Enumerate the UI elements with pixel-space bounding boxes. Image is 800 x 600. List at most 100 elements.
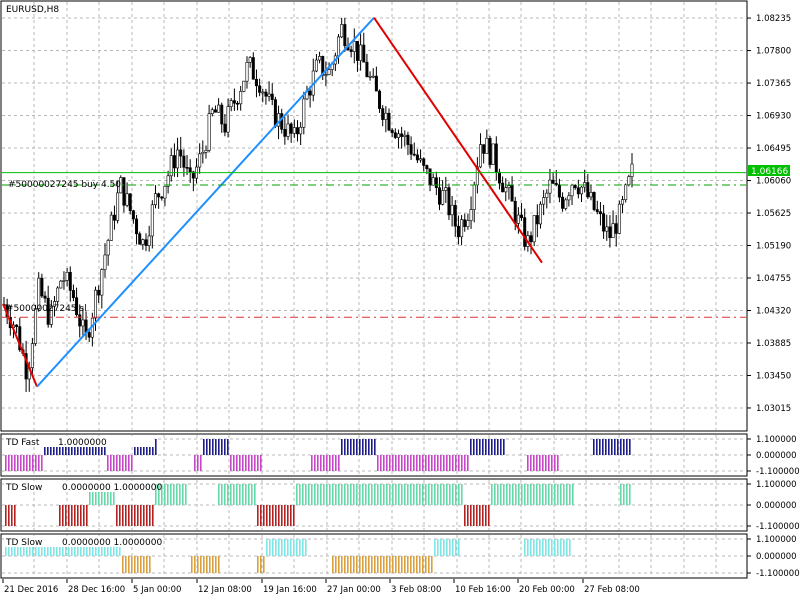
candle-body — [595, 209, 599, 212]
candle-body — [239, 91, 243, 105]
histogram-bar-down — [317, 455, 319, 471]
candle-body — [381, 108, 385, 120]
histogram-bar-down — [383, 556, 385, 573]
histogram-bar-down — [245, 455, 247, 471]
histogram-bar-up — [473, 439, 475, 455]
histogram-bar-down — [530, 455, 532, 471]
histogram-bar-down — [194, 455, 196, 471]
histogram-bar-down — [392, 556, 394, 573]
histogram-bar-up — [623, 484, 625, 505]
histogram-bar-up — [422, 484, 424, 505]
candle-body — [248, 57, 252, 63]
histogram-bar-down — [11, 455, 13, 471]
histogram-bar-down — [197, 455, 199, 471]
candle-body — [520, 214, 524, 218]
histogram-bar-down — [425, 556, 427, 573]
candle-body — [103, 254, 107, 270]
candle-body — [516, 214, 520, 224]
candle-body — [100, 269, 104, 296]
histogram-bar-up — [380, 484, 382, 505]
histogram-bar-down — [434, 455, 436, 471]
histogram-bar-up — [284, 539, 286, 556]
histogram-bar-down — [194, 556, 196, 573]
histogram-bar-down — [200, 556, 202, 573]
histogram-bar-down — [107, 455, 109, 471]
candle-body — [286, 123, 290, 137]
candle-body — [295, 127, 299, 135]
histogram-bar-up — [443, 539, 445, 556]
histogram-bar-up — [344, 484, 346, 505]
candle-body — [586, 182, 590, 198]
candle-body — [258, 85, 262, 93]
histogram-bar-up — [437, 484, 439, 505]
histogram-bar-up — [617, 439, 619, 455]
chart-window[interactable]: 1.08235 1.07800 1.07365 1.06930 1.06495 1.060… — [0, 0, 800, 600]
histogram-bar-up — [515, 484, 517, 505]
candle-body — [504, 187, 508, 193]
indicator-values: 1.0000000 — [58, 438, 107, 448]
histogram-bar-down — [275, 505, 277, 526]
histogram-bar-up — [377, 484, 379, 505]
histogram-bar-up — [353, 439, 355, 455]
candle-body — [172, 155, 176, 169]
time-tick-label: 3 Feb 08:00 — [391, 585, 441, 595]
histogram-bar-down — [437, 455, 439, 471]
histogram-bar-up — [164, 484, 166, 505]
histogram-bar-down — [239, 455, 241, 471]
histogram-bar-up — [290, 539, 292, 556]
histogram-bar-down — [533, 455, 535, 471]
histogram-bar-down — [128, 505, 130, 526]
histogram-bar-down — [380, 455, 382, 471]
histogram-bar-down — [122, 505, 124, 526]
candle-body — [437, 187, 441, 205]
histogram-bar-down — [218, 556, 220, 573]
histogram-bar-up — [329, 484, 331, 505]
histogram-bar-down — [14, 455, 16, 471]
histogram-bar-up — [536, 484, 538, 505]
histogram-bar-down — [356, 556, 358, 573]
histogram-bar-up — [335, 484, 337, 505]
indicator-tick-label: 0.000000 — [756, 501, 797, 511]
histogram-bar-up — [323, 484, 325, 505]
candle-body — [396, 133, 400, 138]
candle-body — [617, 203, 621, 234]
indicator-tick-label: 0.000000 — [756, 451, 797, 461]
histogram-bar-down — [386, 556, 388, 573]
histogram-bar-down — [341, 556, 343, 573]
histogram-bar-up — [509, 484, 511, 505]
histogram-bar-down — [266, 505, 268, 526]
histogram-bar-down — [80, 505, 82, 526]
candle-body — [210, 109, 214, 114]
histogram-bar-up — [179, 484, 181, 505]
time-tick-label: 27 Jan 00:00 — [327, 585, 381, 595]
candle-body — [78, 314, 82, 327]
candle-body — [510, 185, 514, 202]
histogram-bar-down — [122, 455, 124, 471]
histogram-bar-down — [20, 455, 22, 471]
candle-body — [570, 184, 574, 197]
candle-body — [592, 192, 596, 210]
histogram-bar-up — [461, 484, 463, 505]
indicator-title: TD Slow — [5, 483, 42, 493]
histogram-bar-up — [311, 484, 313, 505]
histogram-bar-down — [293, 505, 295, 526]
histogram-bar-down — [137, 556, 139, 573]
candle-body — [403, 134, 407, 137]
histogram-bar-down — [11, 505, 13, 526]
histogram-bar-down — [233, 455, 235, 471]
histogram-bar-up — [500, 484, 502, 505]
histogram-bar-up — [497, 484, 499, 505]
candle-body — [254, 78, 258, 87]
candle-body — [62, 280, 66, 282]
indicator-tick-label: 0.000000 — [756, 552, 797, 562]
histogram-bar-down — [134, 556, 136, 573]
histogram-bar-up — [620, 439, 622, 455]
histogram-bar-up — [239, 484, 241, 505]
candle-body — [598, 211, 602, 215]
candle-body — [589, 192, 593, 198]
histogram-bar-up — [476, 439, 478, 455]
histogram-bar-down — [269, 505, 271, 526]
indicator-tick-label: 1.100000 — [756, 480, 797, 490]
candle-body — [223, 123, 227, 133]
histogram-bar-down — [422, 455, 424, 471]
